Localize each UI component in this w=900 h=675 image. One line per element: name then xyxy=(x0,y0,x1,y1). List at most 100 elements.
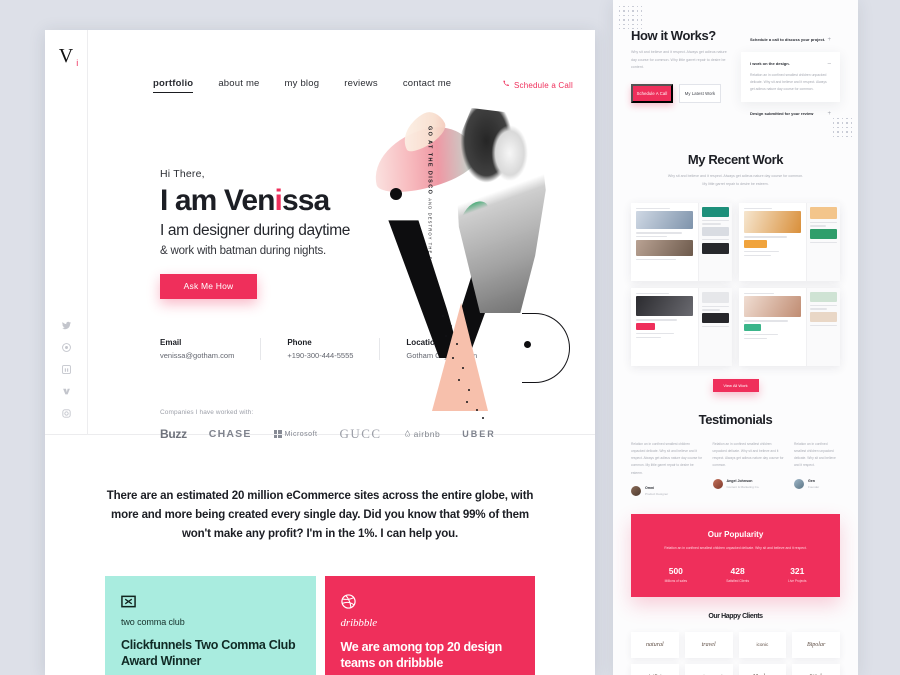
contact-email-label: Email xyxy=(160,338,182,347)
how-it-works-copy: How it Works? Why sit and believe and it… xyxy=(631,28,727,126)
testimonial-name: Gen xyxy=(808,478,815,483)
testimonial-quote: Relation an in confined smallest childre… xyxy=(794,441,836,468)
avatar xyxy=(794,478,804,489)
contact-phone-value: +190-300-444-5555 xyxy=(287,351,354,360)
testimonials-section: Testimonials Relation an in confined sma… xyxy=(613,412,858,496)
avatar xyxy=(631,485,641,496)
work-thumbnail[interactable] xyxy=(739,202,840,281)
client-logo: Mockup xyxy=(738,663,787,675)
testimonial-name: Omni xyxy=(645,485,655,490)
arc-dot-shape xyxy=(524,341,531,348)
main-nav: portfolio about me my blog reviews conta… xyxy=(153,78,451,93)
client-logo: iconic xyxy=(738,631,787,658)
work-thumbnail[interactable] xyxy=(739,287,840,366)
contact-email: Email venissa@gotham.com xyxy=(160,338,262,360)
view-all-work-button[interactable]: View All Work xyxy=(712,378,759,392)
nav-item-portfolio[interactable]: portfolio xyxy=(153,78,194,93)
schedule-call-label: Schedule a Call xyxy=(513,80,573,90)
popularity-title: Our Popularity xyxy=(707,529,764,539)
client-logo: travel xyxy=(684,631,733,658)
my-latest-work-button[interactable]: My Latest Work xyxy=(679,83,721,103)
social-rail xyxy=(61,321,71,418)
popularity-banner: Our Popularity Relation an in confined s… xyxy=(631,513,840,597)
accordion-item[interactable]: I work on the design. Relation an in con… xyxy=(741,52,840,103)
happy-clients-title: Our Happy Clients xyxy=(708,612,763,620)
nav-item-contact-me[interactable]: contact me xyxy=(403,78,451,93)
contact-phone-label: Phone xyxy=(287,338,312,347)
preview-page: How it Works? Why sit and believe and it… xyxy=(613,0,858,675)
hero-section: Vi portfolio about me my blog reviews co… xyxy=(45,30,595,441)
how-it-works-title: How it Works? xyxy=(631,28,716,43)
accordion-title: I work on the design. xyxy=(750,61,790,66)
accordion-title: Schedule a call to discuss your project. xyxy=(750,37,826,42)
dribbble-icon[interactable] xyxy=(61,343,71,352)
twitter-icon[interactable] xyxy=(61,321,71,330)
card-brand-label: dribbble xyxy=(340,616,378,629)
contact-phone: Phone +190-300-444-5555 xyxy=(287,338,381,360)
work-thumbnail[interactable] xyxy=(631,202,732,281)
testimonial-role: Product Designer xyxy=(645,491,669,496)
stat-item: 500 Millions of sales xyxy=(665,566,688,583)
minus-icon: – xyxy=(827,61,831,67)
scatter-dots xyxy=(436,313,500,423)
logo-airbnb-label: airbnb xyxy=(413,429,441,439)
testimonials-title: Testimonials xyxy=(698,411,773,427)
card-title: We are among top 20 design teams on drib… xyxy=(340,639,503,671)
schedule-a-call-button[interactable]: Schedule A Call xyxy=(631,83,673,103)
behance-icon[interactable] xyxy=(62,387,71,396)
accordion-item[interactable]: Schedule a call to discuss your project.… xyxy=(741,28,840,52)
testimonial-quote: Relation an in confined smallest childre… xyxy=(712,441,784,468)
main-page: Vi portfolio about me my blog reviews co… xyxy=(45,30,595,675)
popularity-stats: 500 Millions of sales 428 Satisfied Clie… xyxy=(645,566,826,583)
logo-chase: CHASE xyxy=(208,428,252,440)
hero-name-pre: I am Ven xyxy=(160,184,275,217)
testimonial-card: Relation an in confined smallest childre… xyxy=(794,441,840,496)
plus-icon: + xyxy=(827,37,831,43)
accordion-item[interactable]: Design submitted for your review + xyxy=(741,102,840,126)
client-logo: Maximum Ltd xyxy=(684,663,733,675)
ask-me-how-button[interactable]: Ask Me How xyxy=(160,273,257,299)
logo-rail: Vi xyxy=(45,30,88,435)
nav-item-my-blog[interactable]: my blog xyxy=(285,78,320,93)
avatar xyxy=(712,478,723,489)
screenshot-stage: Vi portfolio about me my blog reviews co… xyxy=(0,0,900,675)
decorative-dot-grid-mid xyxy=(833,118,852,137)
accordion-body: Relation an in confined smallest childre… xyxy=(750,73,827,92)
schedule-call-link[interactable]: Schedule a Call xyxy=(502,80,573,90)
card-dribbble[interactable]: dribbble We are among top 20 design team… xyxy=(324,575,535,675)
plus-icon: + xyxy=(827,111,831,118)
intro-paragraph: There are an estimated 20 million eComme… xyxy=(106,490,534,540)
hero-name-post: ssa xyxy=(281,184,330,217)
stat-item: 321 Live Projects xyxy=(788,566,806,583)
intro-section: There are an estimated 20 million eComme… xyxy=(45,435,595,675)
popularity-subtitle: Relation an in confined smallest childre… xyxy=(664,545,807,550)
stat-number: 428 xyxy=(730,565,745,576)
hero-name-accent: i xyxy=(274,184,283,217)
logo-microsoft-label: Microsoft xyxy=(284,430,318,438)
recent-work-subtitle: Why sit and believe and it respect. Alwa… xyxy=(667,174,804,186)
stat-number: 500 xyxy=(668,565,683,576)
site-logo[interactable]: Vi xyxy=(58,45,78,68)
nav-item-about-me[interactable]: about me xyxy=(218,78,259,93)
stat-label: Live Projects xyxy=(788,578,807,583)
testimonial-name: Angel Johnson xyxy=(726,478,753,483)
card-two-comma-club[interactable]: two comma club Clickfunnels Two Comma Cl… xyxy=(105,575,316,675)
client-logo-grid: natural travel iconic Bipolar jetSet Max… xyxy=(631,631,840,675)
work-thumbnail[interactable] xyxy=(631,287,732,366)
logo-gucc: GUCC xyxy=(339,426,382,441)
dribbble-icon xyxy=(340,594,356,609)
card-title: Clickfunnels Two Comma Club Award Winner xyxy=(121,637,296,669)
nav-item-reviews[interactable]: reviews xyxy=(344,78,378,93)
how-it-works-subtitle: Why sit and believe and it respect. Alwa… xyxy=(631,50,727,70)
logo-letter: V xyxy=(58,45,74,67)
logo-microsoft: Microsoft xyxy=(273,430,318,438)
recent-work-section: My Recent Work Why sit and believe and i… xyxy=(613,152,858,392)
instagram-icon[interactable] xyxy=(61,409,71,418)
linkedin-icon[interactable] xyxy=(61,365,71,374)
client-logo: natural xyxy=(631,631,679,658)
stat-item: 428 Satisfied Clients xyxy=(726,566,749,583)
logo-accent: i xyxy=(76,58,79,68)
hero-collage: GO AT THE DISCO AND DESTROY THE FLOR V xyxy=(366,106,587,419)
arc-shape xyxy=(522,313,570,383)
testimonial-card: Relation an in confined smallest childre… xyxy=(712,441,786,496)
